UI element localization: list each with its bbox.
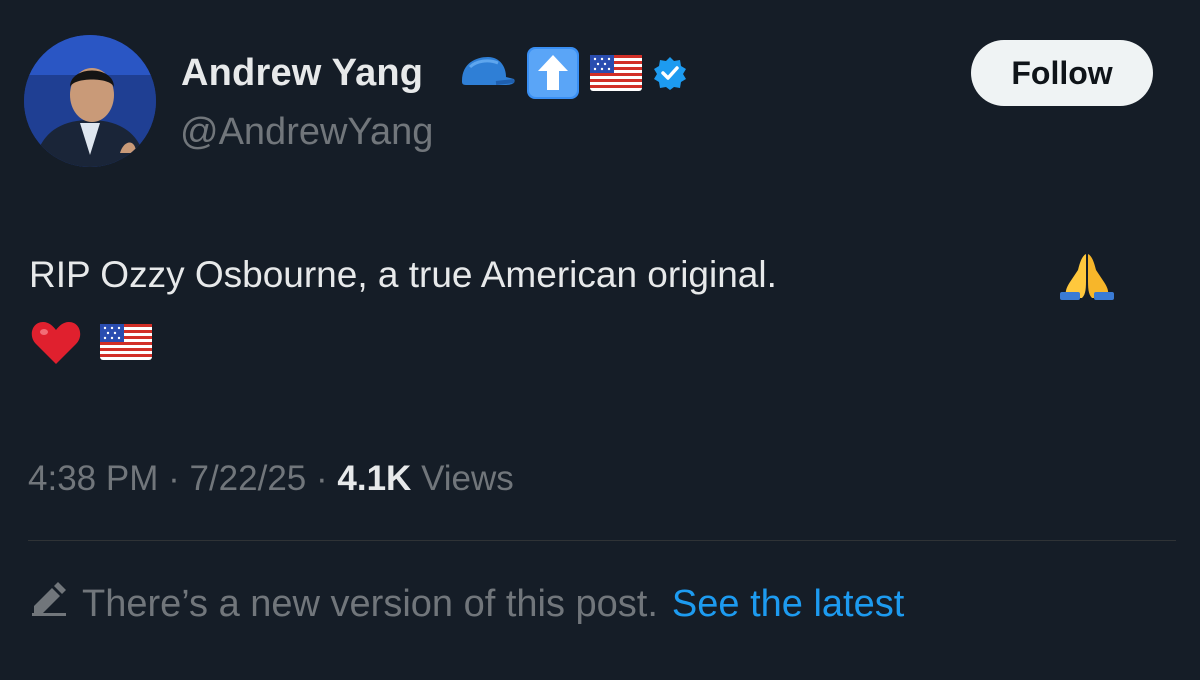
see-latest-link[interactable]: See the latest — [672, 580, 904, 628]
views-label[interactable]: Views — [421, 459, 514, 498]
avatar-photo — [24, 35, 156, 167]
author-handle[interactable]: @AndrewYang — [180, 110, 433, 154]
author-display-name[interactable]: Andrew Yang — [181, 50, 423, 96]
praying-hands-emoji-icon — [1056, 248, 1118, 307]
cap-emoji-icon — [458, 53, 516, 98]
post-time[interactable]: 4:38 PM — [28, 459, 158, 498]
follow-button[interactable]: Follow — [971, 40, 1153, 106]
post-text: RIP Ozzy Osbourne, a true American origi… — [29, 254, 777, 295]
us-flag-emoji-icon — [100, 324, 152, 365]
post-emoji-line — [30, 318, 152, 371]
post-meta: 4:38 PM · 7/22/25 · 4.1K Views — [28, 456, 514, 502]
meta-separator: · — [168, 459, 180, 498]
us-flag-emoji-icon — [590, 54, 642, 96]
author-badges — [458, 46, 688, 100]
notice-text: There’s a new version of this post. — [82, 583, 658, 625]
verified-badge-icon[interactable] — [652, 55, 688, 96]
meta-separator: · — [316, 459, 328, 498]
up-arrow-emoji-icon — [526, 46, 580, 105]
red-heart-emoji-icon — [30, 318, 82, 371]
divider — [28, 540, 1176, 541]
views-count[interactable]: 4.1K — [337, 459, 411, 498]
avatar[interactable] — [24, 35, 156, 167]
pencil-icon — [30, 580, 68, 628]
edited-post-notice: There’s a new version of this post. See … — [30, 580, 904, 628]
post-date[interactable]: 7/22/25 — [189, 459, 306, 498]
